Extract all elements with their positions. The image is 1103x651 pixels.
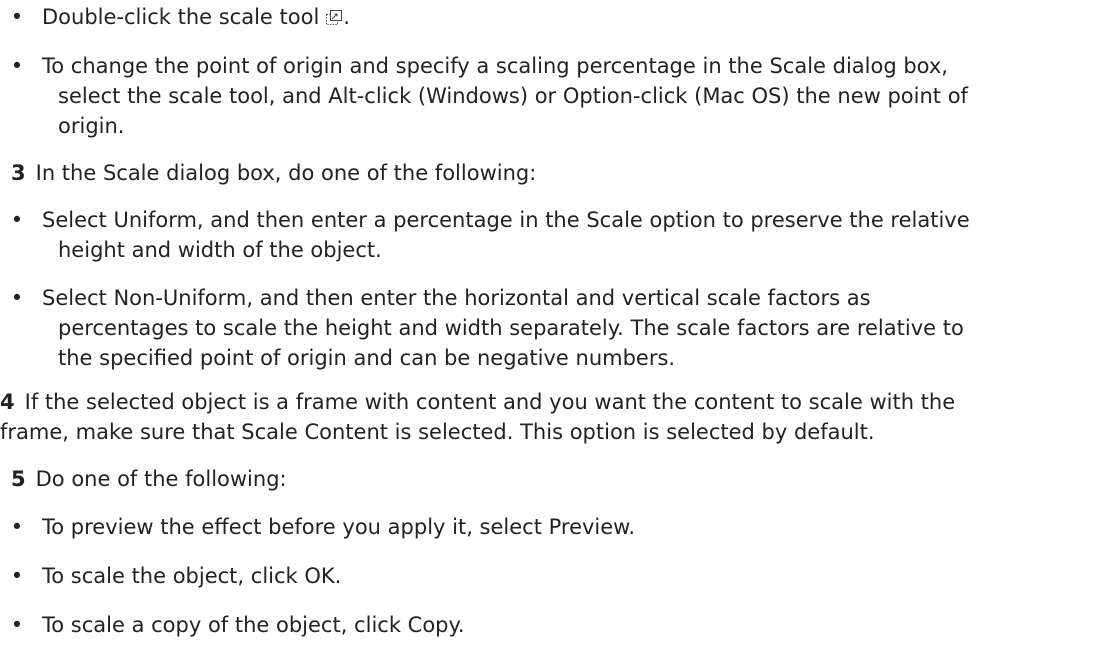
step-text: If the selected object is a frame with c… [24, 390, 956, 414]
bullet-suffix: . [343, 5, 350, 29]
bullet-marker: • [10, 5, 24, 29]
bullet-line: the specified point of origin and can be… [58, 346, 676, 370]
step-number: 3 [11, 161, 26, 185]
bullet-item-uniform: • Select Uniform, and then enter a perce… [10, 205, 1095, 265]
step-4: 4 If the selected object is a frame with … [0, 387, 1095, 447]
bullet-marker: • [10, 286, 24, 310]
bullet-item-non-uniform: • Select Non-Uniform, and then enter the… [10, 283, 1095, 373]
bullet-marker: • [10, 208, 24, 232]
step-4-line-1: 4 If the selected object is a frame with … [0, 387, 1095, 417]
bullet-marker: • [10, 54, 24, 78]
bullet-marker: • [10, 515, 24, 539]
bullet-line: To change the point of origin and specif… [42, 54, 948, 78]
bullet-marker: • [10, 564, 24, 588]
bullet-line: select the scale tool, and Alt-click (Wi… [58, 84, 968, 108]
document-page: • Double-click the scale tool . • To cha… [0, 0, 1103, 651]
bullet-marker: • [10, 613, 24, 637]
bullet-line: origin. [58, 114, 125, 138]
bullet-text: To preview the effect before you apply i… [42, 515, 636, 539]
step-text: In the Scale dialog box, do one of the f… [35, 161, 537, 185]
bullet-line: percentages to scale the height and widt… [58, 316, 964, 340]
bullet-item-double-click: • Double-click the scale tool . [10, 2, 1095, 32]
step-3: 3 In the Scale dialog box, do one of the … [11, 158, 1095, 188]
bullet-text: To scale a copy of the object, click Cop… [42, 613, 465, 637]
step-5: 5 Do one of the following: [11, 464, 1095, 494]
step-number: 4 [0, 390, 15, 414]
step-number: 5 [11, 467, 26, 491]
bullet-item-ok: • To scale the object, click OK. [10, 561, 1095, 591]
bullet-item-change-origin: • To change the point of origin and spec… [10, 51, 1095, 141]
step-text: frame, make sure that Scale Content is s… [0, 420, 875, 444]
bullet-text: To scale the object, click OK. [42, 564, 342, 588]
bullet-line: height and width of the object. [58, 238, 382, 262]
bullet-line: Select Uniform, and then enter a percent… [42, 208, 970, 232]
scale-tool-icon [326, 10, 343, 25]
bullet-line: Select Non-Uniform, and then enter the h… [42, 286, 871, 310]
bullet-item-copy: • To scale a copy of the object, click C… [10, 610, 1095, 640]
bullet-text: Double-click the scale tool [42, 5, 320, 29]
step-text: Do one of the following: [35, 467, 287, 491]
bullet-item-preview: • To preview the effect before you apply… [10, 512, 1095, 542]
